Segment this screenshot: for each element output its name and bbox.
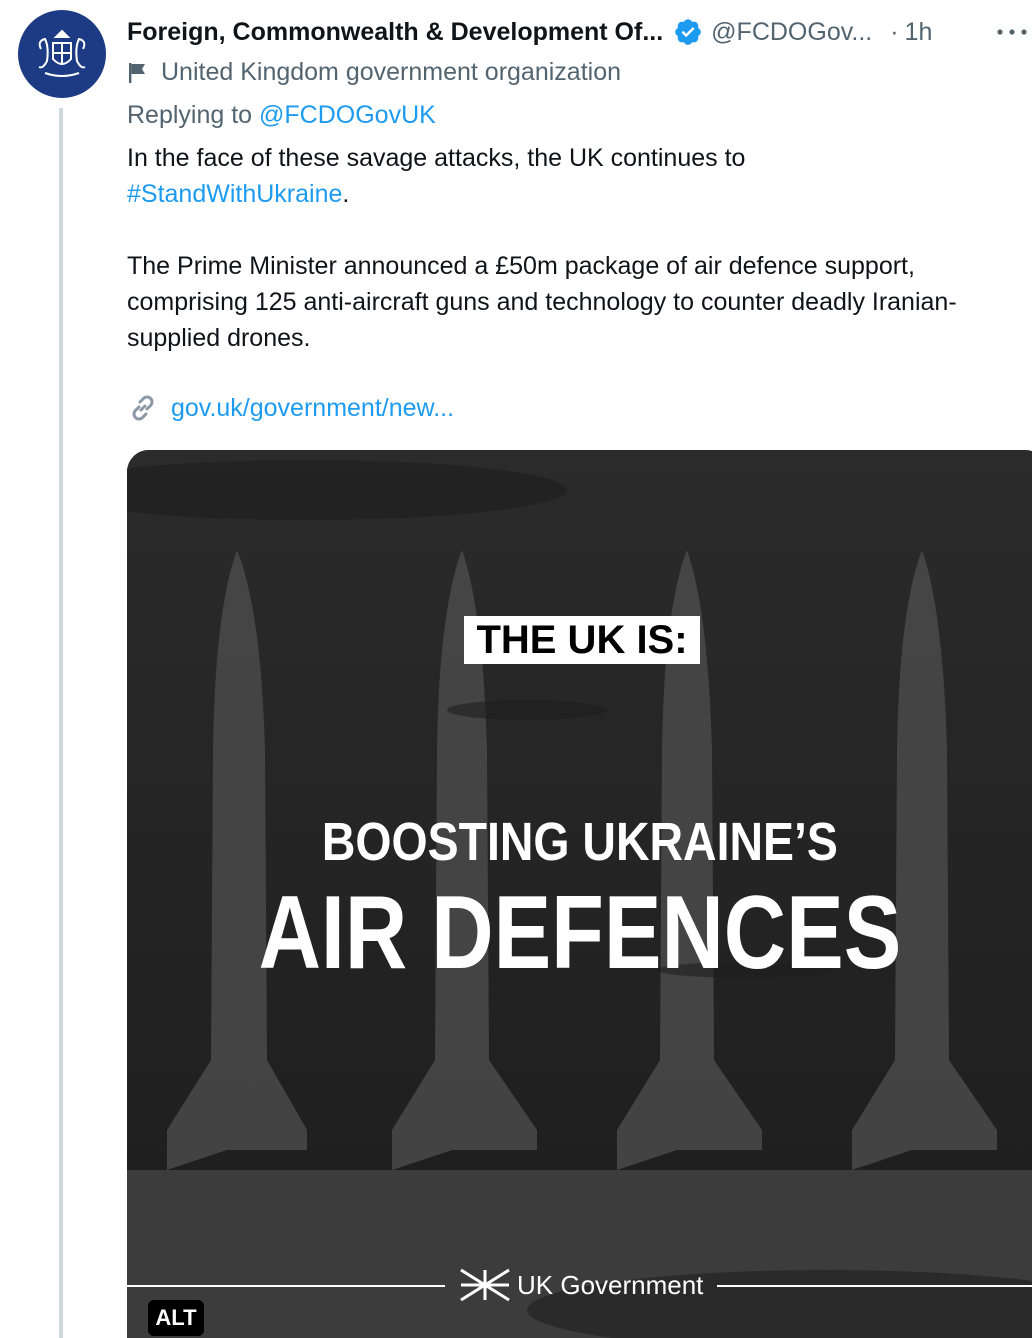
replying-to-prefix: Replying to xyxy=(127,101,260,129)
handle[interactable]: @FCDOGov... xyxy=(711,18,872,47)
thread-line xyxy=(59,108,63,1338)
uk-government-logo: UK Government xyxy=(459,1268,703,1302)
tweet[interactable]: Foreign, Commonwealth & Development Of..… xyxy=(0,0,1032,1338)
image-headline-line-2: AIR DEFENCES xyxy=(258,875,902,991)
tweet-line-1: In the face of these savage attacks, the… xyxy=(127,144,746,172)
separator-dot: · xyxy=(890,17,899,46)
uk-government-text: UK Government xyxy=(517,1269,704,1300)
timestamp[interactable]: 1h xyxy=(905,18,933,47)
flag-icon xyxy=(129,62,145,83)
replying-to-handle[interactable]: @FCDOGovUK xyxy=(259,101,436,129)
avatar[interactable] xyxy=(18,10,106,98)
royal-coat-of-arms-icon xyxy=(38,29,86,77)
tweet-paragraph-1: In the face of these savage attacks, the… xyxy=(127,140,1032,212)
footer-rule-right xyxy=(717,1285,1032,1287)
card-link-text: gov.uk/government/new... xyxy=(171,393,455,422)
verified-badge-icon xyxy=(675,19,701,45)
hashtag-suffix: . xyxy=(342,180,350,208)
card-link[interactable]: gov.uk/government/new... xyxy=(127,392,454,424)
alt-badge[interactable]: ALT xyxy=(148,1300,204,1336)
link-icon xyxy=(132,395,154,421)
tweet-text: In the face of these savage attacks, the… xyxy=(127,140,1032,356)
display-name[interactable]: Foreign, Commonwealth & Development Of..… xyxy=(127,18,663,47)
account-label-text: United Kingdom government organization xyxy=(161,58,621,86)
account-label[interactable]: United Kingdom government organization xyxy=(127,58,621,87)
image-kicker: THE UK IS: xyxy=(464,616,700,664)
replying-to: Replying to @FCDOGovUK xyxy=(127,101,436,130)
tweet-paragraph-2: The Prime Minister announced a £50m pack… xyxy=(127,252,957,352)
union-flag-icon xyxy=(460,1268,510,1302)
more-options-icon[interactable] xyxy=(992,18,1032,46)
hashtag-link[interactable]: #StandWithUkraine xyxy=(127,180,342,208)
tweet-image[interactable]: THE UK IS: BOOSTING UKRAINE’S AIR DEFENC… xyxy=(127,450,1032,1338)
footer-rule-left xyxy=(127,1285,445,1287)
image-headline-line-1: BOOSTING UKRAINE’S xyxy=(321,812,838,872)
tweet-header: Foreign, Commonwealth & Development Of..… xyxy=(127,14,1032,50)
